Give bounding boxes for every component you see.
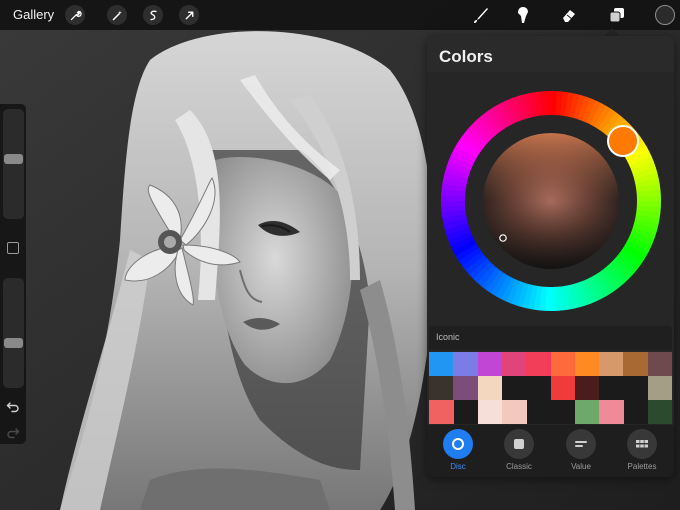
- palette-empty-slot[interactable]: [551, 400, 576, 424]
- palette-swatch[interactable]: [477, 352, 503, 376]
- wrench-icon[interactable]: [65, 5, 85, 25]
- disc-icon: [443, 429, 473, 459]
- palette-swatch[interactable]: [453, 376, 478, 400]
- palette-name: Iconic: [436, 332, 460, 342]
- opacity-slider[interactable]: [3, 278, 24, 388]
- palette-swatch[interactable]: [574, 400, 600, 424]
- palette-swatch[interactable]: [647, 400, 673, 424]
- color-mode-tabbar: Disc Classic Value Palettes: [427, 425, 674, 477]
- palette-empty-slot[interactable]: [526, 400, 551, 424]
- palette-swatch[interactable]: [453, 352, 478, 376]
- palette-swatch[interactable]: [501, 352, 527, 376]
- tab-classic[interactable]: Classic: [488, 429, 550, 475]
- value-sliders-icon: [566, 429, 596, 459]
- palette-empty-slot[interactable]: [599, 376, 624, 400]
- magic-wand-icon[interactable]: [107, 5, 127, 25]
- brush-icon[interactable]: [470, 4, 492, 26]
- palette-swatch[interactable]: [429, 400, 454, 424]
- palettes-grid-icon: [627, 429, 657, 459]
- palette-grid: [429, 352, 673, 424]
- transform-arrow-icon[interactable]: [179, 5, 199, 25]
- selection-icon[interactable]: [143, 5, 163, 25]
- brush-size-thumb[interactable]: [4, 154, 23, 165]
- palette-swatch[interactable]: [526, 352, 551, 376]
- palette-swatch[interactable]: [550, 352, 576, 376]
- eraser-icon[interactable]: [558, 4, 580, 26]
- undo-icon[interactable]: [6, 399, 20, 413]
- palette-empty-slot[interactable]: [623, 376, 648, 400]
- hue-picker[interactable]: [607, 125, 639, 157]
- colors-panel: Colors Iconic Disc Classic Value Palette…: [427, 36, 674, 477]
- tab-disc[interactable]: Disc: [427, 429, 489, 475]
- palette-empty-slot[interactable]: [502, 376, 527, 400]
- palette-header[interactable]: Iconic: [429, 326, 672, 350]
- current-color-swatch[interactable]: [655, 5, 675, 25]
- tab-palettes[interactable]: Palettes: [611, 429, 673, 475]
- left-sidebar: [0, 104, 26, 444]
- palette-swatch[interactable]: [599, 352, 624, 376]
- classic-square-icon: [504, 429, 534, 459]
- palette-swatch[interactable]: [623, 352, 649, 376]
- smudge-icon[interactable]: [512, 4, 534, 26]
- palette-swatch[interactable]: [477, 376, 503, 400]
- palette-swatch[interactable]: [647, 376, 673, 400]
- palette-swatch[interactable]: [599, 400, 624, 424]
- palette-swatch[interactable]: [574, 376, 600, 400]
- palette-swatch[interactable]: [550, 376, 576, 400]
- gallery-button[interactable]: Gallery: [13, 7, 54, 22]
- layers-icon[interactable]: [606, 4, 628, 26]
- top-toolbar: Gallery: [0, 0, 680, 30]
- palette-swatch[interactable]: [501, 400, 527, 424]
- tab-palettes-label: Palettes: [627, 462, 657, 471]
- palette-empty-slot[interactable]: [623, 400, 648, 424]
- palette-empty-slot[interactable]: [526, 376, 551, 400]
- modify-button[interactable]: [7, 242, 19, 254]
- opacity-thumb[interactable]: [4, 337, 23, 348]
- palette-empty-slot[interactable]: [453, 400, 478, 424]
- tab-value[interactable]: Value: [550, 429, 612, 475]
- palette-swatch[interactable]: [429, 352, 454, 376]
- tab-disc-label: Disc: [450, 462, 466, 471]
- palette-swatch[interactable]: [429, 376, 454, 400]
- panel-pointer: [604, 28, 620, 36]
- redo-icon[interactable]: [6, 425, 20, 439]
- palette-section: Iconic: [427, 326, 674, 426]
- palette-swatch[interactable]: [647, 352, 673, 376]
- color-disc[interactable]: [427, 36, 674, 326]
- palette-swatch[interactable]: [477, 400, 503, 424]
- brush-size-slider[interactable]: [3, 109, 24, 219]
- tab-classic-label: Classic: [506, 462, 532, 471]
- tab-value-label: Value: [571, 462, 591, 471]
- palette-swatch[interactable]: [574, 352, 600, 376]
- brightness-overlay: [483, 133, 619, 269]
